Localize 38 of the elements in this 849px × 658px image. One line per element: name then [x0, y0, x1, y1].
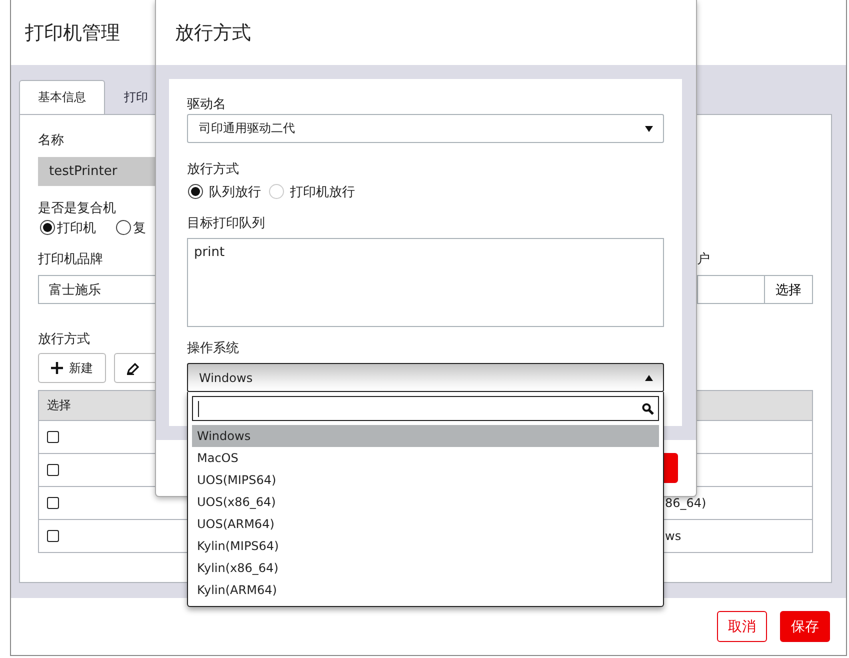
row-checkbox[interactable] [47, 530, 59, 542]
plus-icon [51, 362, 63, 374]
dialog-title: 打印机管理 [25, 20, 120, 46]
field-label: 打印机品牌 [38, 251, 103, 269]
dropdown-arrow-icon [645, 126, 653, 132]
column-header: 选择 [47, 397, 71, 414]
driver-select[interactable]: 司印通用驱动二代 [187, 114, 664, 143]
row-checkbox[interactable] [47, 431, 59, 443]
save-button[interactable]: 保存 [780, 611, 830, 642]
pencil-icon [127, 362, 140, 374]
modal-title: 放行方式 [175, 20, 251, 46]
field-label: 名称 [38, 132, 64, 150]
tab[interactable]: 基本信息 [19, 80, 105, 114]
select-button[interactable]: 选择 [765, 275, 813, 304]
section-label: 放行方式 [38, 331, 90, 349]
radio-option[interactable]: 打印机放行 [269, 182, 355, 200]
add-button[interactable]: 新建 [38, 353, 106, 383]
os-select[interactable]: Windows [187, 363, 664, 392]
row-checkbox[interactable] [47, 497, 59, 509]
field-label: 是否是复合机 [38, 200, 116, 218]
cancel-button[interactable]: 取消 [717, 611, 767, 642]
field-label: 放行方式 [187, 161, 239, 179]
radio-option[interactable]: 打印机 [40, 218, 96, 236]
dropdown-arrow-icon [645, 374, 653, 380]
radio-option[interactable]: 队列放行 [188, 182, 261, 200]
search-icon [642, 402, 654, 414]
field-label: 操作系统 [187, 340, 239, 358]
user-field[interactable] [697, 275, 765, 304]
row-checkbox[interactable] [47, 464, 59, 476]
field-label: 驱动名 [187, 96, 226, 114]
radio-option[interactable]: 复 [116, 218, 146, 236]
field-label: 目标打印队列 [187, 215, 265, 233]
table-cell-text: ws [665, 528, 682, 545]
dropdown-option[interactable]: Windows [192, 425, 659, 447]
field-label: 户 [697, 251, 710, 269]
search-field[interactable] [192, 396, 659, 421]
table-cell-text: 86_64) [665, 495, 708, 512]
queue-textarea[interactable]: print [187, 238, 664, 327]
